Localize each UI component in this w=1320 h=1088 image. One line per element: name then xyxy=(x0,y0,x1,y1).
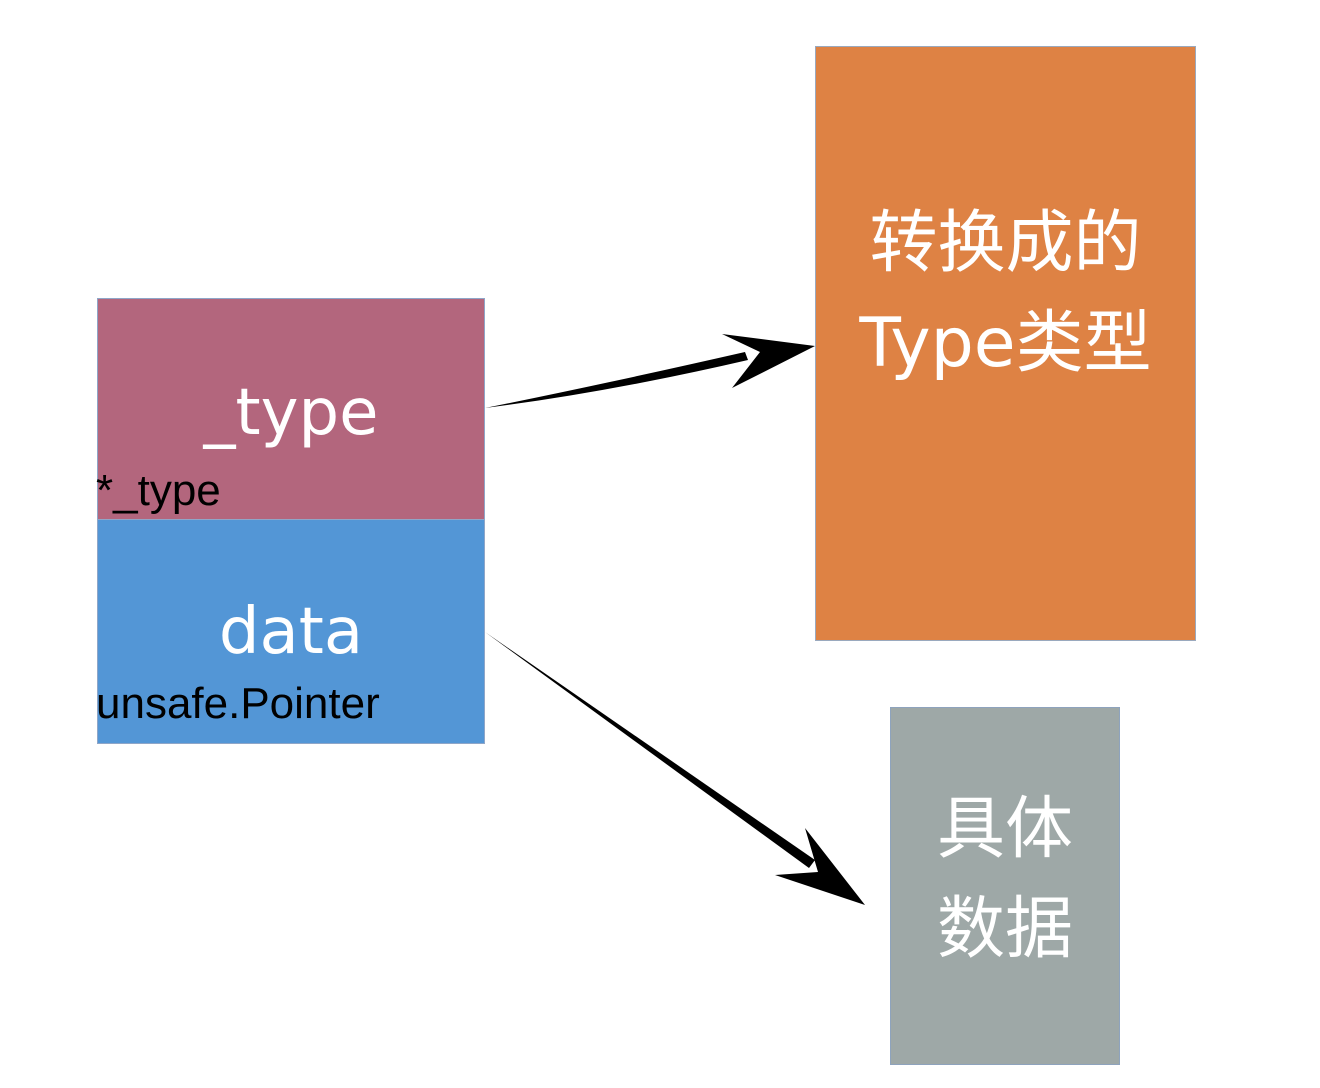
arrow-to-data xyxy=(485,632,865,905)
arrow-to-data-head xyxy=(775,828,865,905)
arrows-layer xyxy=(485,334,865,905)
diagram-canvas: _type *_type data unsafe.Pointer 转换成的 Ty… xyxy=(0,0,1320,1088)
arrow-to-type xyxy=(485,334,815,408)
arrow-to-data-shaft xyxy=(485,632,815,868)
arrow-to-type-shaft xyxy=(485,352,748,408)
